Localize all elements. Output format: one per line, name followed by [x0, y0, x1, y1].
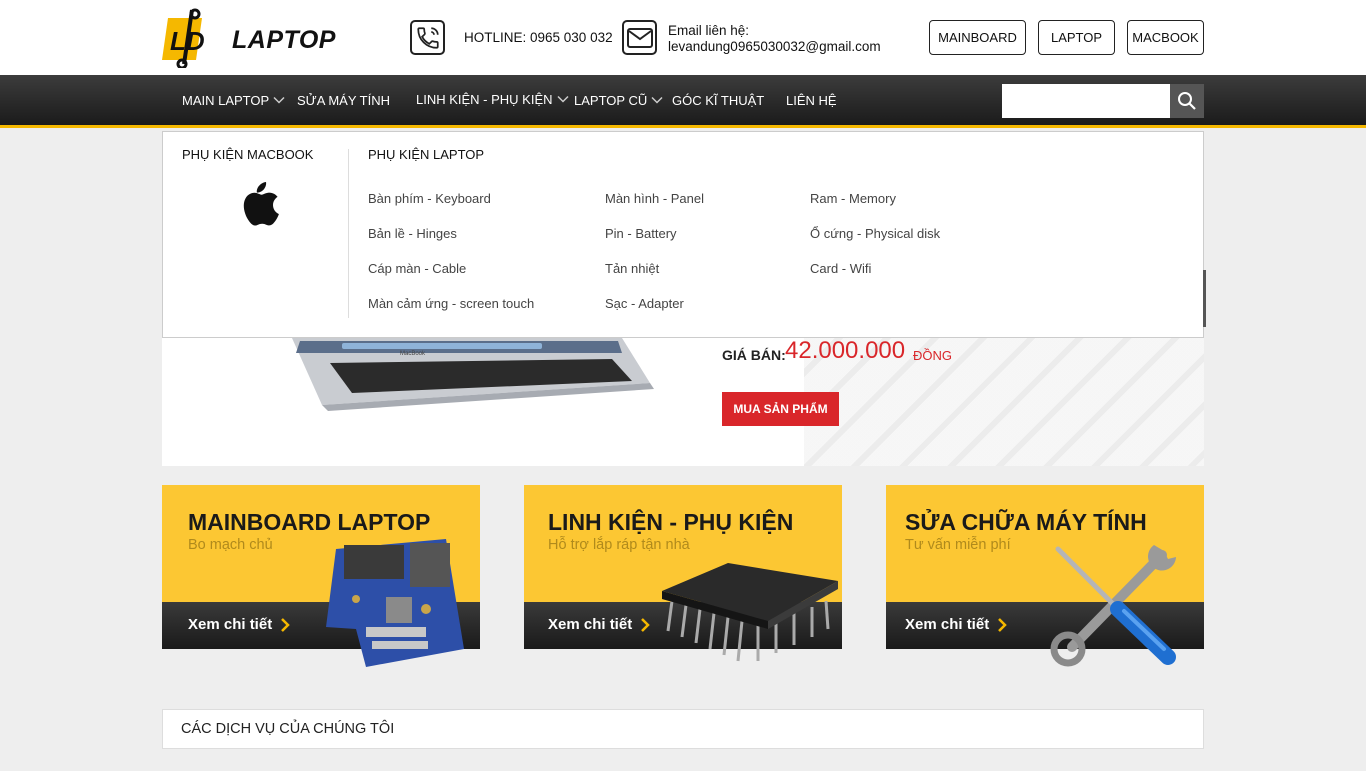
category-card-mainboard[interactable]: MAINBOARD LAPTOP Bo mạch chủ Xem chi tiế…: [162, 485, 480, 667]
price-value: 42.000.000: [785, 337, 906, 364]
chevron-down-icon: [651, 96, 663, 104]
nav-item-label: LIÊN HỆ: [786, 92, 837, 108]
site-logo[interactable]: LD LAPTOP: [162, 8, 335, 68]
nav-item-goc-ki-thuat[interactable]: GÓC KĨ THUẬT: [672, 75, 764, 125]
card-title: SỬA CHỮA MÁY TÍNH: [905, 509, 1147, 535]
nav-item-label: LINH KIỆN - PHỤ KIỆN: [416, 91, 553, 107]
card-title: LINH KIỆN - PHỤ KIỆN: [548, 509, 794, 535]
view-details-label: Xem chi tiết: [548, 616, 633, 633]
dropdown-link-keyboard[interactable]: Bàn phím - Keyboard: [368, 191, 491, 206]
nav-item-lien-he[interactable]: LIÊN HỆ: [786, 75, 837, 125]
apple-logo-icon[interactable]: [235, 176, 281, 230]
view-details-label: Xem chi tiết: [188, 616, 273, 633]
laptop-accessories-title[interactable]: PHỤ KIỆN LAPTOP: [368, 147, 484, 162]
dropdown-link-panel[interactable]: Màn hình - Panel: [605, 191, 704, 206]
buy-product-button[interactable]: MUA SẢN PHẨM: [722, 392, 839, 426]
services-title: CÁC DỊCH VỤ CỦA CHÚNG TÔI: [181, 721, 395, 737]
chevron-right-icon: [641, 617, 650, 632]
dropdown-link-hinges[interactable]: Bản lề - Hinges: [368, 226, 457, 241]
macbook-accessories-title[interactable]: PHỤ KIỆN MACBOOK: [182, 147, 313, 162]
nav-item-laptop-cu[interactable]: LAPTOP CŨ: [574, 75, 663, 125]
nav-item-linh-kien[interactable]: LINH KIỆN - PHỤ KIỆN: [416, 75, 569, 128]
card-title: MAINBOARD LAPTOP: [188, 509, 431, 535]
nav-item-sua-may-tinh[interactable]: SỬA MÁY TÍNH: [297, 75, 390, 125]
nav-item-label: GÓC KĨ THUẬT: [672, 92, 765, 108]
email-address[interactable]: levandung0965030032@gmail.com: [668, 39, 881, 54]
nav-item-label: LAPTOP CŨ: [574, 92, 648, 108]
logo-mark-icon: LD: [162, 8, 205, 68]
accessories-dropdown-menu: PHỤ KIỆN MACBOOK PHỤ KIỆN LAPTOP Bàn phí…: [162, 131, 1204, 338]
dropdown-link-battery[interactable]: Pin - Battery: [605, 226, 677, 241]
nav-item-label: SỬA MÁY TÍNH: [297, 92, 390, 108]
chevron-right-icon: [998, 617, 1007, 632]
dropdown-link-wifi-card[interactable]: Card - Wifi: [810, 261, 871, 276]
logo-text: LAPTOP: [232, 26, 336, 54]
price-label: GIÁ BÁN:: [722, 347, 786, 363]
card-subtitle: Hỗ trợ lắp ráp tận nhà: [548, 537, 690, 553]
search-button[interactable]: [1170, 84, 1204, 118]
svg-text:MacBook: MacBook: [400, 351, 426, 357]
dropdown-divider: [348, 149, 349, 318]
view-details-link[interactable]: Xem chi tiết: [548, 616, 650, 633]
phone-icon: [410, 20, 445, 55]
view-details-link[interactable]: Xem chi tiết: [188, 616, 290, 633]
dropdown-link-disk[interactable]: Ổ cứng - Physical disk: [810, 226, 940, 241]
category-card-accessories[interactable]: LINH KIỆN - PHỤ KIỆN Hỗ trợ lắp ráp tận …: [524, 485, 842, 662]
main-nav: MAIN LAPTOP SỬA MÁY TÍNH LINH KIỆN - PHỤ…: [0, 75, 1366, 128]
chip-image: [662, 563, 838, 662]
dropdown-link-cooling[interactable]: Tản nhiệt: [605, 261, 659, 276]
card-subtitle: Bo mạch chủ: [188, 537, 273, 553]
view-details-label: Xem chi tiết: [905, 616, 990, 633]
search-input[interactable]: [1002, 84, 1170, 118]
chevron-down-icon: [273, 96, 285, 104]
search-icon: [1178, 92, 1196, 110]
tools-image: [1050, 545, 1176, 667]
price-unit: ĐỒNG: [913, 348, 952, 363]
services-section: CÁC DỊCH VỤ CỦA CHÚNG TÔI: [162, 709, 1204, 749]
category-card-repair[interactable]: SỬA CHỮA MÁY TÍNH Tư vấn miễn phí Xem ch…: [886, 485, 1204, 667]
mainboard-image: [326, 539, 464, 667]
macbook-button[interactable]: MACBOOK: [1127, 20, 1204, 55]
chevron-right-icon: [281, 617, 290, 632]
slider-edge-mark: [1203, 270, 1206, 327]
mainboard-button[interactable]: MAINBOARD: [929, 20, 1026, 55]
dropdown-link-adapter[interactable]: Sạc - Adapter: [605, 296, 684, 311]
nav-item-label: MAIN LAPTOP: [182, 92, 270, 108]
email-label: Email liên hệ:: [668, 23, 750, 38]
dropdown-link-memory[interactable]: Ram - Memory: [810, 191, 896, 206]
view-details-link[interactable]: Xem chi tiết: [905, 616, 1007, 633]
nav-item-main-laptop[interactable]: MAIN LAPTOP: [182, 75, 285, 125]
email-icon: [622, 20, 657, 55]
dropdown-link-cable[interactable]: Cáp màn - Cable: [368, 261, 466, 276]
card-subtitle: Tư vấn miễn phí: [905, 537, 1011, 553]
site-header: LD LAPTOP HOTLINE: 0965 030 032 Email li…: [0, 0, 1366, 75]
logo-mark-text: LD: [170, 26, 205, 56]
chevron-down-icon: [557, 95, 569, 103]
laptop-button[interactable]: LAPTOP: [1038, 20, 1115, 55]
hotline-text: HOTLINE: 0965 030 032: [464, 30, 613, 45]
dropdown-link-screen-touch[interactable]: Màn cảm ứng - screen touch: [368, 296, 534, 311]
